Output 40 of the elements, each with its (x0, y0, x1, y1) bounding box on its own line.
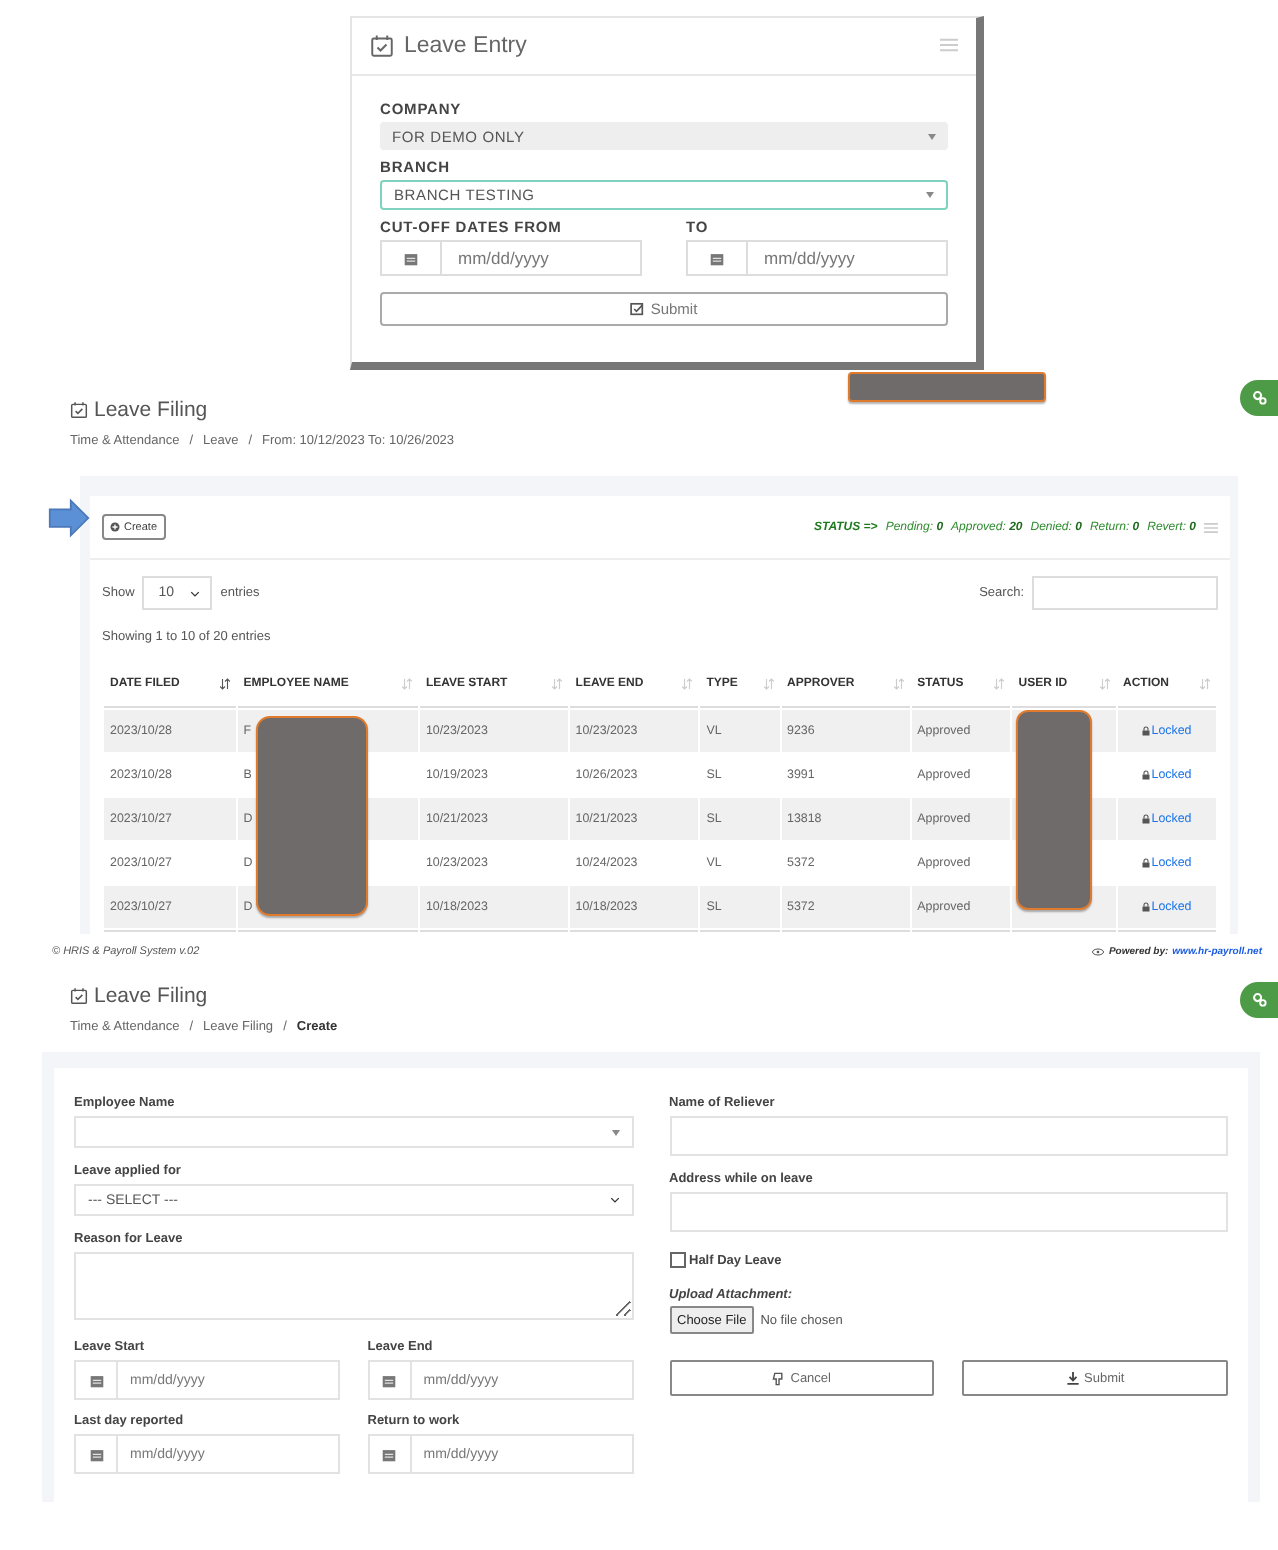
address-input[interactable] (669, 1192, 1228, 1232)
lock-icon (1141, 813, 1150, 823)
chevron-down-icon (190, 589, 201, 597)
date-input[interactable]: mm/dd/yyyy (748, 242, 946, 274)
card-title: Leave Entry (404, 34, 529, 58)
calendar-check-icon (70, 400, 88, 420)
settings-tab[interactable] (1240, 982, 1278, 1018)
eye-icon (1092, 948, 1105, 956)
page-title: Leave Filing (94, 984, 208, 1008)
calendar-icon (382, 1447, 397, 1461)
checkbox[interactable] (669, 1252, 685, 1268)
date-input[interactable]: mm/dd/yyyy (442, 242, 640, 274)
search-field[interactable] (1032, 576, 1218, 610)
download-icon (1066, 1371, 1080, 1385)
reason-textarea[interactable] (74, 1252, 633, 1320)
calendar-icon (89, 1447, 103, 1461)
employee-select[interactable] (74, 1116, 633, 1148)
page-title: Leave Filing (94, 398, 208, 422)
calendar-check-icon (70, 986, 88, 1006)
calendar-icon (710, 251, 724, 265)
checkbox-icon (630, 302, 645, 316)
lock-icon (1141, 901, 1150, 911)
calendar-icon (404, 251, 418, 265)
chevron-down-icon (609, 1196, 619, 1204)
list-icon[interactable] (940, 38, 958, 52)
lock-icon (1141, 769, 1150, 779)
plus-circle-icon (110, 522, 120, 532)
lock-icon (1141, 857, 1150, 867)
pointer-arrow-icon (48, 498, 90, 538)
date-field[interactable]: mm/dd/yyyy (380, 240, 642, 276)
settings-icon (1251, 390, 1267, 406)
settings-icon (1251, 992, 1267, 1008)
list-icon[interactable] (1204, 521, 1218, 533)
lock-icon (1141, 725, 1150, 735)
date-field[interactable]: mm/dd/yyyy (686, 240, 948, 276)
settings-tab[interactable] (1240, 380, 1278, 416)
calendar-check-icon (370, 34, 394, 58)
calendar-icon (382, 1373, 397, 1387)
calendar-icon (89, 1373, 103, 1387)
reliever-input[interactable] (669, 1116, 1228, 1156)
